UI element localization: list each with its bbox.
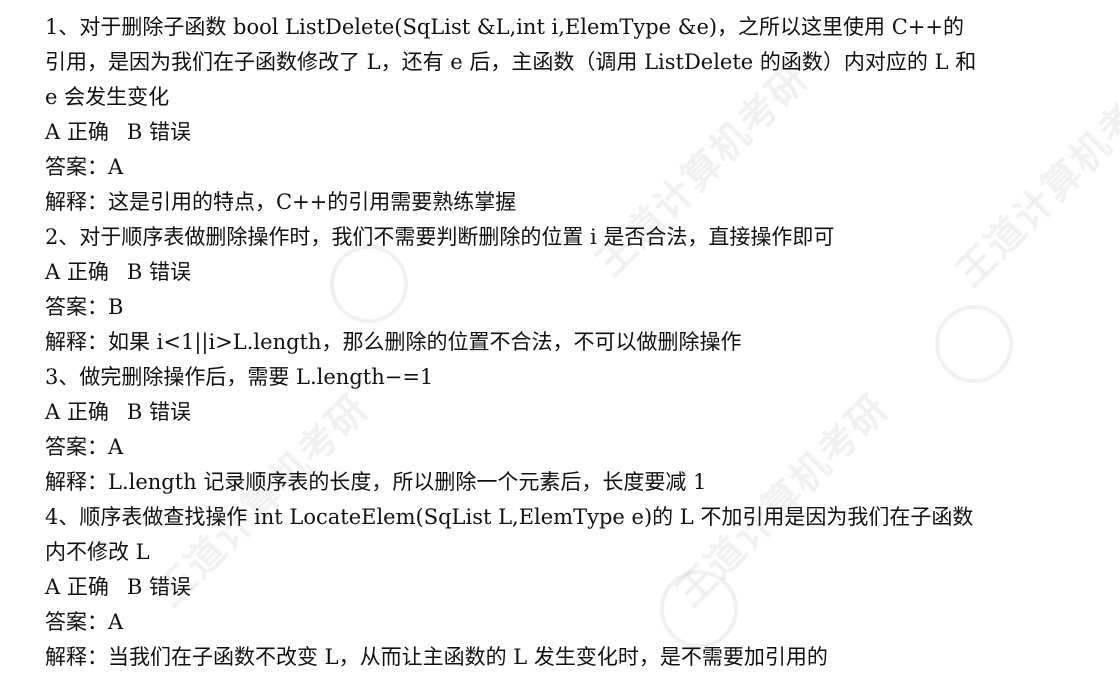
explanation-prefix: 解释：: [45, 330, 108, 354]
explanation-text: L.length 记录顺序表的长度，所以删除一个元素后，长度要减 1: [108, 470, 707, 494]
explanation: 解释：这是引用的特点，C++的引用需要熟练掌握: [45, 185, 1095, 220]
option-b: B 错误: [126, 575, 191, 599]
explanation: 解释：如果 i<1||i>L.length，那么删除的位置不合法，不可以做删除操…: [45, 325, 1095, 360]
explanation: 解释：L.length 记录顺序表的长度，所以删除一个元素后，长度要减 1: [45, 465, 1095, 500]
question-document: 1、对于删除子函数 bool ListDelete(SqList &L,int …: [45, 0, 1095, 675]
options: A 正确 B 错误: [45, 115, 1095, 150]
answer: 答案：A: [45, 155, 124, 179]
explanation-text: 如果 i<1||i>L.length，那么删除的位置不合法，不可以做删除操作: [108, 330, 742, 354]
explanation: 解释：当我们在子函数不改变 L，从而让主函数的 L 发生变化时，是不需要加引用的: [45, 640, 1095, 675]
explanation-prefix: 解释：: [45, 190, 108, 214]
option-b: B 错误: [126, 260, 191, 284]
options: A 正确 B 错误: [45, 570, 1095, 605]
answer: 答案：A: [45, 610, 124, 634]
explanation-text: 这是引用的特点，C++的引用需要熟练掌握: [108, 190, 517, 214]
options: A 正确 B 错误: [45, 255, 1095, 290]
explanation-prefix: 解释：: [45, 470, 108, 494]
options: A 正确 B 错误: [45, 395, 1095, 430]
explanation-prefix: 解释：: [45, 645, 108, 669]
explanation-text: 当我们在子函数不改变 L，从而让主函数的 L 发生变化时，是不需要加引用的: [108, 645, 828, 669]
option-a: A 正确: [45, 260, 109, 284]
question-text: 4、顺序表做查找操作 int LocateElem(SqList L,ElemT…: [45, 505, 974, 564]
question-text: 2、对于顺序表做删除操作时，我们不需要判断删除的位置 i 是否合法，直接操作即可: [45, 225, 835, 249]
answer: 答案：B: [45, 295, 124, 319]
answer: 答案：A: [45, 435, 124, 459]
option-a: A 正确: [45, 120, 109, 144]
option-b: B 错误: [126, 120, 191, 144]
question-text: 1、对于删除子函数 bool ListDelete(SqList &L,int …: [45, 15, 977, 109]
option-a: A 正确: [45, 400, 109, 424]
option-b: B 错误: [126, 400, 191, 424]
option-a: A 正确: [45, 575, 109, 599]
question-text: 3、做完删除操作后，需要 L.length−=1: [45, 365, 434, 389]
